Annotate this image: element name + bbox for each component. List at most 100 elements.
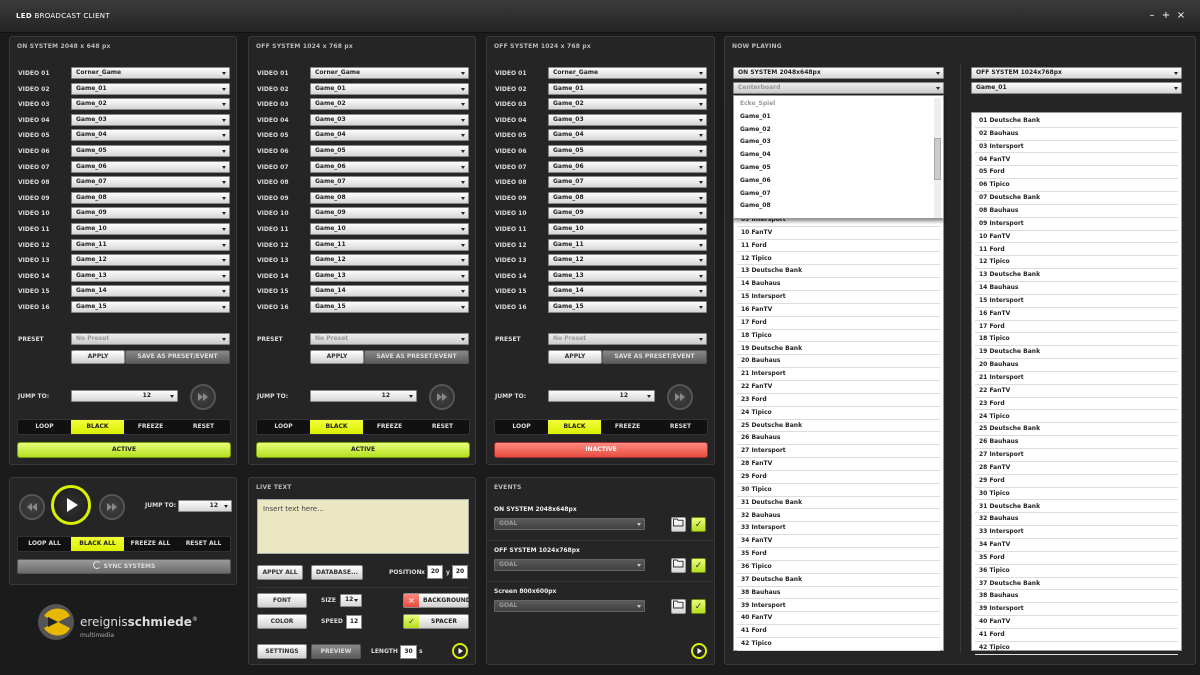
dropdown-option[interactable]: Game_05	[740, 164, 771, 171]
transport-mode-button[interactable]: FREEZE ALL	[124, 537, 177, 551]
playlist-item[interactable]: 14 Bauhaus	[737, 278, 940, 292]
dropdown-option[interactable]: Game_06	[740, 177, 771, 184]
scrollbar-thumb[interactable]	[934, 138, 941, 180]
playlist-item[interactable]: 02 Bauhaus	[975, 128, 1178, 141]
np-left-video-select[interactable]: Centerboard	[733, 82, 944, 94]
video-select[interactable]: Game_10	[71, 223, 230, 235]
mode-loop-button[interactable]: LOOP	[18, 420, 71, 434]
preset-select[interactable]: No Preset	[548, 333, 707, 345]
color-button[interactable]: COLOR	[257, 614, 307, 629]
mode-black-button[interactable]: BLACK	[548, 420, 601, 434]
playlist-item[interactable]: 32 Bauhaus	[975, 513, 1178, 527]
video-select[interactable]: Game_08	[548, 191, 707, 204]
video-select[interactable]: Game_11	[310, 238, 469, 251]
video-select[interactable]: Game_13	[71, 269, 230, 282]
playlist-item[interactable]: 25 Deutsche Bank	[975, 423, 1178, 437]
mode-black-button[interactable]: BLACK	[310, 420, 363, 434]
playlist-item[interactable]: 03 Intersport	[975, 141, 1178, 154]
playlist-item[interactable]: 38 Bauhaus	[737, 587, 940, 600]
event-select[interactable]: GOAL	[494, 600, 645, 612]
playlist-item[interactable]: 41 Ford	[737, 625, 940, 638]
mode-loop-button[interactable]: LOOP	[495, 420, 548, 434]
dropdown-option[interactable]: Game_04	[740, 151, 771, 158]
open-folder-button[interactable]	[671, 599, 686, 614]
playlist-item[interactable]: 39 Intersport	[975, 603, 1178, 617]
playlist-item[interactable]: 07 Deutsche Bank	[975, 192, 1178, 205]
playlist-item[interactable]: 34 FanTV	[975, 539, 1178, 552]
playlist-item[interactable]: 37 Deutsche Bank	[975, 578, 1178, 591]
video-select[interactable]: Game_11	[71, 238, 230, 251]
dropdown-option[interactable]: Game_08	[740, 202, 771, 209]
confirm-checkmark-button[interactable]: ✓	[691, 558, 706, 573]
video-select[interactable]: Game_06	[71, 160, 230, 173]
sync-systems-button[interactable]: SYNC SYSTEMS	[17, 559, 231, 574]
playlist-item[interactable]: 21 Intersport	[737, 368, 940, 381]
save-preset-button[interactable]: SAVE AS PRESET/EVENT	[602, 350, 707, 364]
playlist-item[interactable]: 35 Ford	[975, 552, 1178, 565]
live-text-play-button[interactable]	[452, 643, 468, 659]
forward-button[interactable]	[99, 494, 125, 520]
playlist-item[interactable]: 18 Tipico	[975, 333, 1178, 347]
playlist-item[interactable]: 13 Deutsche Bank	[737, 265, 940, 279]
playlist-item[interactable]: 28 FanTV	[975, 462, 1178, 475]
playlist-item[interactable]: 25 Deutsche Bank	[737, 420, 940, 433]
video-select[interactable]: Game_01	[548, 82, 707, 95]
video-select[interactable]: Game_12	[310, 254, 469, 267]
video-select[interactable]: Game_14	[71, 285, 230, 298]
playlist-item[interactable]: 12 Tipico	[737, 253, 940, 266]
playlist-item[interactable]: 37 Deutsche Bank	[737, 574, 940, 587]
video-select[interactable]: Game_04	[310, 129, 469, 142]
playlist-item[interactable]: 16 FanTV	[975, 308, 1178, 321]
playlist-item[interactable]: 36 Tipico	[737, 561, 940, 574]
np-right-system-select[interactable]: OFF SYSTEM 1024x768px	[971, 67, 1182, 79]
playlist-item[interactable]: 42 Tipico	[975, 642, 1178, 655]
video-select[interactable]: Corner_Game	[548, 67, 707, 79]
mode-freeze-button[interactable]: FREEZE	[601, 420, 654, 434]
position-y-input[interactable]: 20	[452, 565, 468, 579]
transport-mode-button[interactable]: RESET ALL	[177, 537, 230, 551]
database-button[interactable]: DATABASE...	[311, 565, 363, 580]
playlist-item[interactable]: 20 Bauhaus	[737, 355, 940, 369]
video-select[interactable]: Corner_Game	[71, 67, 230, 79]
playlist-item[interactable]: 40 FanTV	[975, 616, 1178, 629]
playlist-item[interactable]: 06 Tipico	[975, 179, 1178, 193]
video-select[interactable]: Game_13	[548, 269, 707, 282]
maximize-button[interactable]: +	[1160, 10, 1172, 22]
np-left-video-dropdown[interactable]: Ecke_Spiel Game_01 Game_02 Game_03 Game_04 Ga…	[733, 95, 944, 219]
dropdown-option[interactable]: Game_07	[740, 190, 771, 197]
playlist-item[interactable]: 20 Bauhaus	[975, 359, 1178, 372]
transport-mode-button[interactable]: BLACK ALL	[71, 537, 124, 551]
playlist-item[interactable]: 42 Tipico	[737, 638, 940, 651]
playlist-item[interactable]: 39 Intersport	[737, 600, 940, 613]
playlist-item[interactable]: 22 FanTV	[737, 381, 940, 394]
mode-black-button[interactable]: BLACK	[71, 420, 124, 434]
playlist-item[interactable]: 12 Tipico	[975, 256, 1178, 270]
video-select[interactable]: Game_04	[71, 129, 230, 142]
video-select[interactable]: Game_03	[548, 113, 707, 126]
minimize-button[interactable]: –	[1146, 10, 1158, 22]
settings-button[interactable]: SETTINGS	[257, 644, 307, 659]
video-select[interactable]: Game_15	[71, 301, 230, 313]
video-select[interactable]: Game_04	[548, 129, 707, 142]
open-folder-button[interactable]	[671, 517, 686, 532]
playlist-item[interactable]: 11 Ford	[737, 240, 940, 253]
open-folder-button[interactable]	[671, 558, 686, 573]
playlist-item[interactable]: 23 Ford	[975, 398, 1178, 411]
video-select[interactable]: Game_06	[548, 160, 707, 173]
video-select[interactable]: Game_06	[310, 160, 469, 173]
status-button[interactable]: ACTIVE	[17, 442, 231, 458]
playlist-item[interactable]: 35 Ford	[737, 548, 940, 561]
dropdown-option[interactable]: Game_01	[740, 113, 771, 120]
video-select[interactable]: Game_07	[310, 176, 469, 189]
video-select[interactable]: Game_08	[310, 191, 469, 204]
video-select[interactable]: Game_02	[310, 98, 469, 111]
playlist-item[interactable]: 30 Tipico	[975, 488, 1178, 501]
jump-go-button[interactable]	[429, 384, 455, 410]
video-select[interactable]: Game_15	[310, 301, 469, 313]
apply-button[interactable]: APPLY	[310, 350, 364, 364]
length-input[interactable]: 30	[400, 645, 417, 659]
video-select[interactable]: Game_15	[548, 301, 707, 313]
jump-select[interactable]: 12	[548, 390, 655, 402]
video-select[interactable]: Game_08	[71, 191, 230, 204]
video-select[interactable]: Corner_Game	[310, 67, 469, 79]
